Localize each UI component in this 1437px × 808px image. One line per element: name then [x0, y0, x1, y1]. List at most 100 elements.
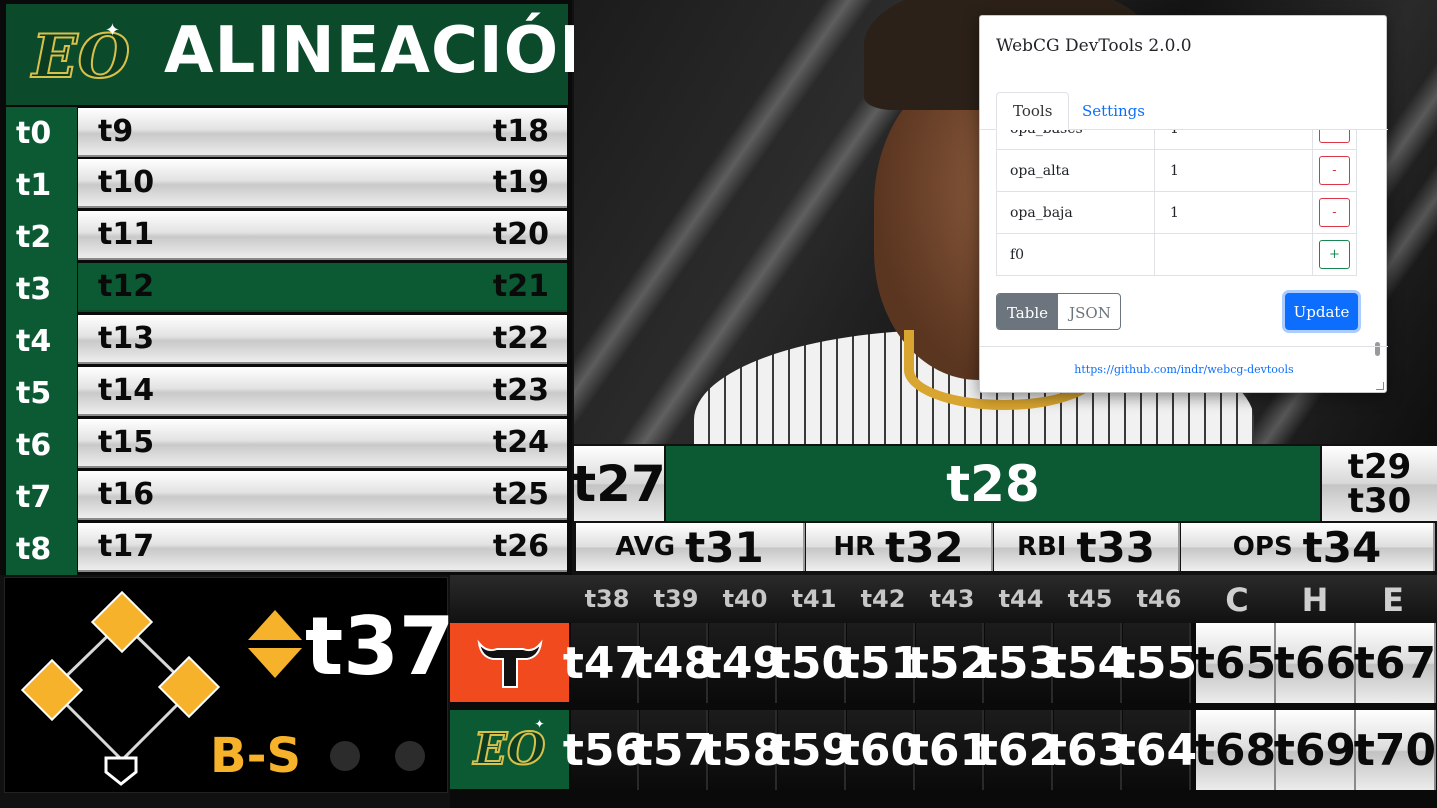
bull-t-icon [476, 639, 543, 688]
player-position: t25 [492, 477, 549, 512]
away-inning-score: t51 [839, 623, 921, 703]
stat-label: AVG [615, 532, 676, 562]
stat-label: OPS [1232, 532, 1293, 562]
home-inning-score: t57 [632, 710, 714, 790]
home-plate-icon [104, 756, 138, 786]
tab-tools[interactable]: Tools [996, 92, 1070, 130]
view-toggle-group: Table JSON [996, 293, 1121, 330]
home-team-logo: EO ✦ [450, 710, 569, 789]
stat-value: t31 [685, 522, 764, 572]
home-runs: t68 [1194, 710, 1276, 790]
home-inning-score: t61 [908, 710, 990, 790]
remove-row-button[interactable]: - [1319, 130, 1350, 143]
linescore: t38 t39 t40 t41 t42 t43 t44 t45 t46 C H … [450, 575, 1437, 808]
stat-label: RBI [1016, 532, 1067, 562]
away-hits: t66 [1274, 623, 1356, 703]
player-position: t18 [492, 114, 549, 149]
player-position: t22 [492, 321, 549, 356]
stat-value: t33 [1076, 522, 1156, 572]
inning-header: t40 [722, 585, 768, 613]
devtools-title: WebCG DevTools 2.0.0 [996, 36, 1192, 56]
github-link[interactable]: https://github.com/indr/webcg-devtools [980, 363, 1388, 376]
tab-settings[interactable]: Settings [1066, 92, 1161, 130]
player-position-box: t29 t30 [1322, 446, 1437, 521]
away-inning-score: t49 [701, 623, 783, 703]
away-inning-score: t55 [1115, 623, 1197, 703]
home-hits: t69 [1274, 710, 1356, 790]
out-indicator [330, 741, 360, 771]
inning-header: t39 [653, 585, 699, 613]
player-position: t26 [492, 529, 549, 564]
away-errors: t67 [1354, 623, 1436, 703]
inning-header: t38 [584, 585, 630, 613]
table-view-button[interactable]: Table [997, 294, 1058, 329]
pitch-count: t37 [305, 600, 455, 693]
devtools-table: opa_bases 1 - opa_alta 1 - opa_baja 1 - … [996, 130, 1357, 276]
out-indicator [395, 741, 425, 771]
away-inning-score: t52 [908, 623, 990, 703]
add-row-button[interactable]: + [1319, 240, 1350, 269]
scrollbar-thumb[interactable] [1375, 342, 1380, 356]
home-inning-score: t60 [839, 710, 921, 790]
remove-row-button[interactable]: - [1319, 198, 1350, 227]
eo-logo-icon: EO ✦ [473, 716, 547, 777]
new-key-input[interactable]: f0 [1010, 247, 1024, 263]
table-row: opa_alta 1 - [996, 150, 1357, 192]
away-inning-score: t48 [632, 623, 714, 703]
remove-row-button[interactable]: - [1319, 156, 1350, 185]
away-inning-score: t50 [770, 623, 852, 703]
row-value[interactable]: 1 [1170, 205, 1179, 221]
devtools-panel: WebCG DevTools 2.0.0 Tools Settings opa_… [979, 15, 1388, 393]
stat-value: t34 [1302, 522, 1382, 572]
star-icon: ✦ [534, 716, 545, 731]
linescore-header: t38 t39 t40 t41 t42 t43 t44 t45 t46 C H … [450, 575, 1437, 623]
inning-header: t45 [1067, 585, 1113, 613]
table-row: opa_baja 1 - [996, 192, 1357, 234]
stat-avg: AVG t31 [576, 522, 805, 572]
home-inning-score: t58 [701, 710, 783, 790]
home-inning-score: t62 [977, 710, 1059, 790]
devtools-tabs: Tools Settings [980, 92, 1388, 130]
inning-header: t44 [998, 585, 1044, 613]
inning-header: t46 [1136, 585, 1182, 613]
stat-ops: OPS t34 [1181, 522, 1435, 572]
stat-label: HR [833, 532, 876, 562]
table-row-new: f0 + [996, 234, 1357, 276]
inning-header: t41 [791, 585, 837, 613]
away-inning-score: t53 [977, 623, 1059, 703]
runs-header: C [1225, 581, 1249, 619]
json-view-button[interactable]: JSON [1058, 294, 1120, 329]
position-bottom: t30 [1347, 480, 1412, 521]
row-key: opa_baja [1010, 205, 1073, 221]
player-name-banner: t28 [666, 446, 1320, 521]
row-value[interactable]: 1 [1170, 130, 1179, 137]
player-position: t20 [492, 217, 549, 252]
inning-header: t43 [929, 585, 975, 613]
row-key: opa_alta [1010, 163, 1070, 179]
resize-handle-icon[interactable] [1376, 382, 1384, 390]
player-position: t19 [492, 165, 549, 200]
row-value[interactable]: 1 [1170, 163, 1179, 179]
away-team-logo [450, 623, 569, 702]
home-inning-score: t63 [1046, 710, 1128, 790]
away-runs: t65 [1194, 623, 1276, 703]
player-position: t24 [492, 425, 549, 460]
stat-rbi: RBI t33 [994, 522, 1180, 572]
home-inning-score: t64 [1115, 710, 1197, 790]
stat-value: t32 [885, 522, 964, 572]
home-errors: t70 [1354, 710, 1436, 790]
player-number: t27 [572, 446, 666, 521]
balls-strikes-label: B-S [210, 728, 302, 784]
inning-header: t42 [860, 585, 906, 613]
divider [980, 346, 1388, 347]
home-inning-score: t59 [770, 710, 852, 790]
scrollbar[interactable] [1373, 130, 1381, 362]
player-position: t21 [492, 269, 549, 304]
position-top: t29 [1347, 446, 1412, 487]
errors-header: E [1382, 581, 1404, 619]
stat-hr: HR t32 [806, 522, 993, 572]
inning-arrow-icon [248, 610, 302, 678]
home-inning-score: t56 [563, 710, 645, 790]
away-inning-score: t47 [563, 623, 645, 703]
update-button[interactable]: Update [1285, 293, 1358, 330]
